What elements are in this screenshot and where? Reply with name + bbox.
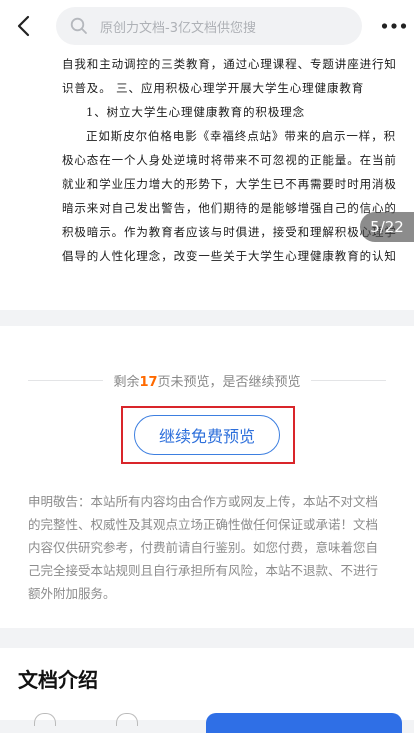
bottom-action-button[interactable] [206, 713, 402, 733]
remain-suffix: 页未预览，是否继续预览 [157, 374, 301, 390]
remaining-pages-notice: 剩余17页未预览，是否继续预览 [28, 368, 386, 392]
continue-preview-button[interactable]: 继续免费预览 [134, 415, 280, 455]
doc-line: 正如斯皮尔伯格电影《幸福终点站》带来的启示一样，积 [86, 129, 396, 143]
section-gap [0, 310, 414, 326]
doc-line: 识普及。 三、应用积极心理学开展大学生心理健康教育 [62, 81, 365, 95]
divider [310, 379, 386, 381]
doc-line: 自我和主动调控的三类教育，通过心理课程、专题讲座进行知 [62, 57, 397, 71]
more-dots-icon [381, 23, 407, 29]
page-indicator: 5/22 [360, 212, 414, 242]
remain-count: 17 [139, 374, 158, 390]
doc-line: 暗示来对自己发出警告，他们期待的是能够增强自己的信心的 [62, 201, 397, 215]
doc-line: 积极暗示。作为教育者应该与时俱进，接受和理解积极心理学 [62, 225, 397, 239]
doc-line: 就业和学业压力增大的形势下，大学生已不再需要时时用消极 [62, 177, 397, 191]
doc-line: 1、树立大学生心理健康教育的积极理念 [86, 105, 306, 119]
disclaimer-text: 申明敬告：本站所有内容均由合作方或网友上传，本站不对文档的完整性、权威性及其观点… [28, 494, 379, 601]
document-text: 自我和主动调控的三类教育，通过心理课程、专题讲座进行知 识普及。 三、应用积极心… [62, 52, 397, 268]
doc-line: 倡导的人性化理念，改变一些关于大学生心理健康教育的认知 [62, 249, 397, 263]
top-bar: 原创力文档-3亿文档供您搜 [0, 0, 414, 52]
back-button[interactable] [2, 0, 46, 52]
more-button[interactable] [376, 0, 412, 52]
intro-title: 文档介绍 [18, 668, 98, 692]
remain-prefix: 剩余 [113, 374, 140, 390]
doc-line: 极心态在一个人身处逆境时将带来不可忽视的正能量。在当前 [62, 153, 397, 167]
document-page: 自我和主动调控的三类教育，通过心理课程、专题讲座进行知 识普及。 三、应用积极心… [0, 52, 414, 310]
search-icon [70, 17, 87, 34]
search-input[interactable]: 原创力文档-3亿文档供您搜 [56, 7, 362, 45]
divider [28, 379, 104, 381]
search-placeholder: 原创力文档-3亿文档供您搜 [100, 20, 256, 36]
chevron-left-icon [17, 15, 30, 37]
section-gap [0, 628, 414, 648]
preview-card: 剩余17页未预览，是否继续预览 继续免费预览 申明敬告：本站所有内容均由合作方或… [0, 326, 414, 628]
